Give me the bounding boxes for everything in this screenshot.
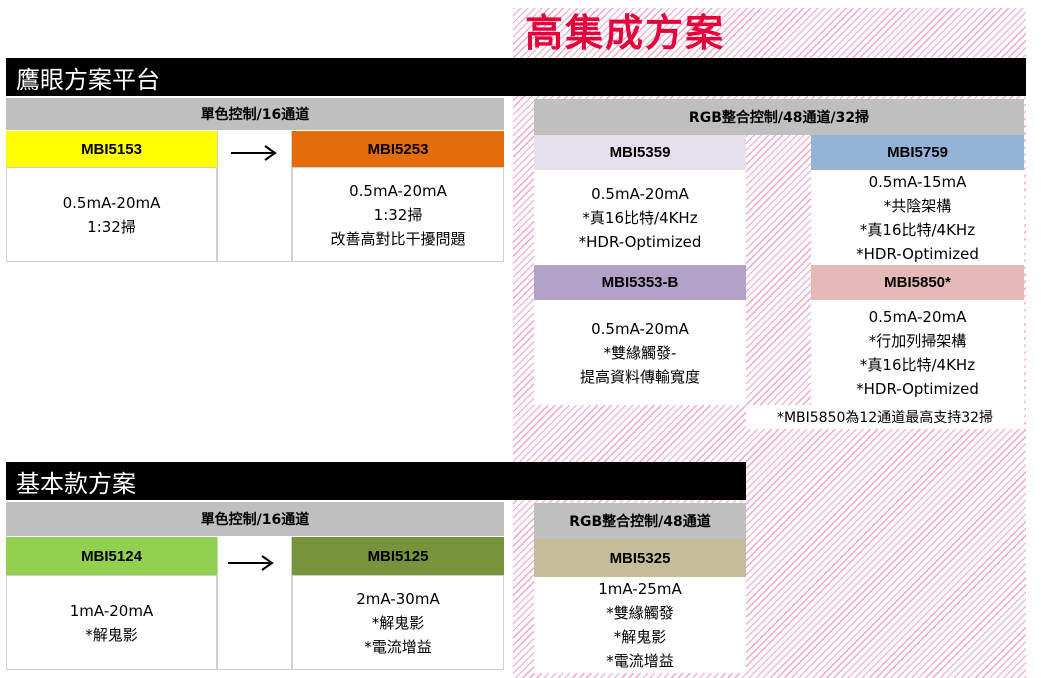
spec-line: 1mA-20mA (69, 601, 154, 620)
spec-line: 2mA-30mA (356, 589, 440, 608)
basic-solution-title: 基本款方案 (6, 462, 746, 500)
chip-mbi5359-specs: 0.5mA-20mA *真16比特/4KHz *HDR-Optimized (534, 170, 746, 265)
chip-mbi5153: MBI5153 (6, 131, 217, 167)
spec-line: *真16比特/4KHz (859, 220, 976, 239)
spec-line: 1:32掃 (373, 205, 423, 224)
spec-line: *解鬼影 (613, 628, 667, 646)
chip-mbi5359: MBI5359 (534, 135, 746, 170)
spec-line: *真16比特/4KHz (582, 208, 698, 227)
chip-mbi5125: MBI5125 (292, 537, 504, 575)
basic-rgb-header: RGB整合控制/48通道 (534, 503, 746, 539)
chip-mbi5850: MBI5850* (811, 265, 1024, 300)
spec-line: 改善高對比干擾問題 (330, 229, 466, 248)
spec-line: *HDR-Optimized (578, 232, 702, 251)
spec-line: *雙緣觸發 (606, 604, 674, 622)
spec-line: *共陰架構 (883, 196, 952, 215)
eagle-platform-title: 鷹眼方案平台 (6, 58, 1026, 96)
spec-line: *解鬼影 (85, 625, 138, 644)
spec-line: 0.5mA-20mA (591, 184, 689, 203)
spec-line: 0.5mA-20mA (591, 319, 689, 338)
chip-mbi5353-b: MBI5353-B (534, 265, 746, 300)
spec-line: 1mA-25mA (598, 580, 682, 598)
eagle-mono-header: 單色控制/16通道 (6, 98, 504, 130)
chip-mbi5125-specs: 2mA-30mA *解鬼影 *電流增益 (292, 575, 504, 670)
spec-line: *雙緣觸發- (603, 343, 677, 362)
right-arrow-icon (226, 552, 276, 574)
spec-line: 0.5mA-15mA (868, 172, 967, 191)
spec-line: 0.5mA-20mA (349, 181, 447, 200)
spec-line: 提高資料傳輸寬度 (579, 367, 700, 386)
spec-line: *行加列掃架構 (868, 331, 967, 350)
chip-mbi5253-specs: 0.5mA-20mA 1:32掃 改善高對比干擾問題 (292, 167, 504, 262)
spec-line: *電流增益 (606, 652, 674, 670)
right-arrow-icon (229, 142, 279, 164)
spec-line: 0.5mA-20mA (62, 193, 161, 212)
chip-mbi5253: MBI5253 (292, 131, 504, 167)
chip-mbi5124-specs: 1mA-20mA *解鬼影 (6, 575, 217, 670)
spec-line: *HDR-Optimized (856, 379, 979, 398)
high-integration-title: 高集成方案 (525, 11, 726, 55)
chip-mbi5325: MBI5325 (534, 539, 746, 577)
chip-mbi5759-specs: 0.5mA-15mA *共陰架構 *真16比特/4KHz *HDR-Optimi… (811, 170, 1024, 265)
spec-line: 1:32掃 (87, 217, 136, 236)
chip-mbi5759: MBI5759 (811, 135, 1024, 170)
chip-mbi5325-specs: 1mA-25mA *雙緣觸發 *解鬼影 *電流增益 (534, 577, 746, 673)
spec-line: 0.5mA-20mA (868, 307, 967, 326)
chip-mbi5850-specs: 0.5mA-20mA *行加列掃架構 *真16比特/4KHz *HDR-Opti… (811, 300, 1024, 405)
spec-line: *電流增益 (364, 637, 432, 656)
chip-mbi5153-specs: 0.5mA-20mA 1:32掃 (6, 167, 217, 262)
chip-mbi5353-b-specs: 0.5mA-20mA *雙緣觸發- 提高資料傳輸寬度 (534, 300, 746, 405)
mbi5850-footnote: *MBI5850為12通道最高支持32掃 (746, 405, 1024, 429)
spec-line: *HDR-Optimized (856, 244, 979, 263)
spec-line: *真16比特/4KHz (859, 355, 976, 374)
spec-line: *解鬼影 (371, 613, 425, 632)
basic-mono-header: 單色控制/16通道 (6, 502, 504, 536)
eagle-rgb-header: RGB整合控制/48通道/32掃 (534, 99, 1024, 135)
chip-mbi5124: MBI5124 (6, 537, 217, 575)
